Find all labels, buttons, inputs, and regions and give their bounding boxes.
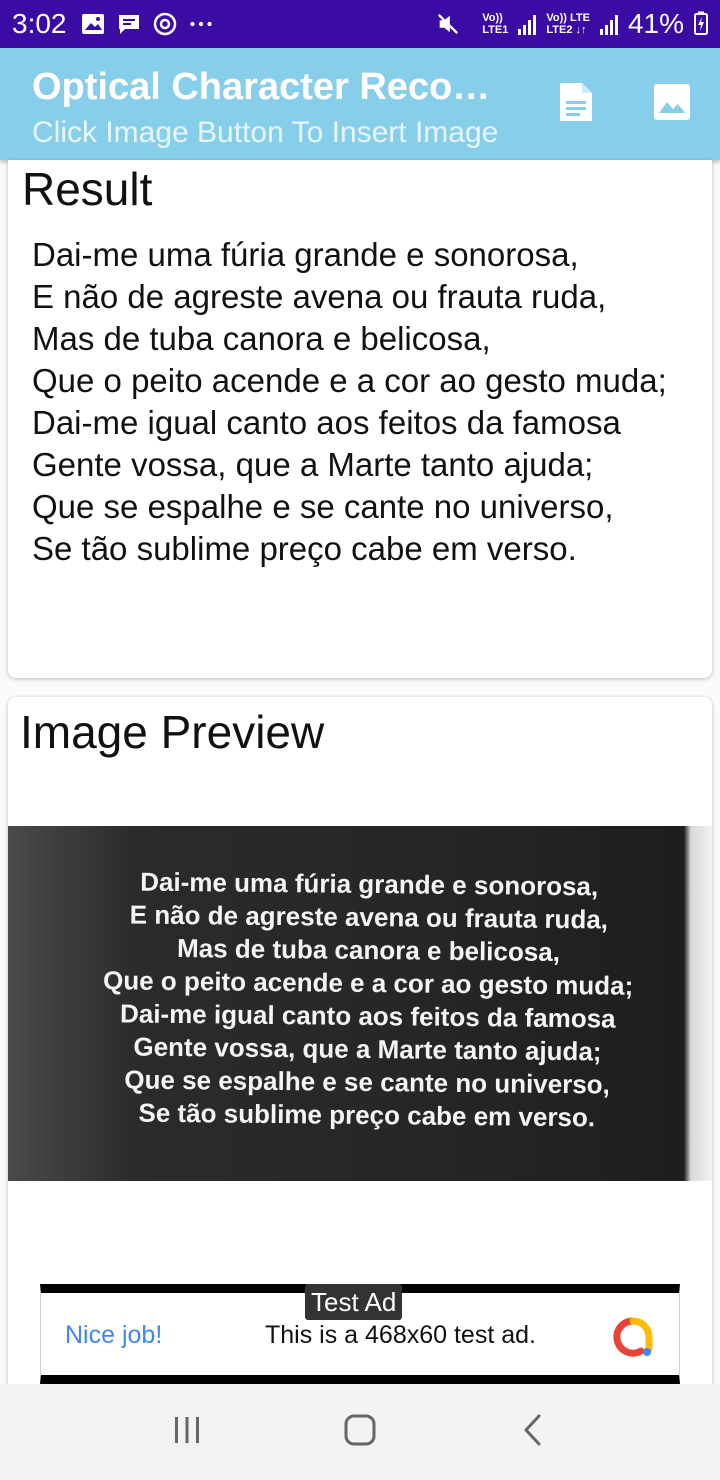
ad-body-text[interactable]: This is a 468x60 test ad. [265,1321,536,1350]
mute-icon [436,12,460,36]
system-navigation-bar [0,1384,720,1480]
sim1-lte-label: LTE1 [482,24,509,36]
image-preview-card: Image Preview Dai-me uma fúria grande e … [8,697,712,1397]
message-notification-icon [117,12,141,36]
result-heading: Result [22,163,153,215]
recent-apps-icon [171,1414,203,1451]
app-subtitle: Click Image Button To Insert Image [32,116,499,149]
sim1-volte-label: Vo)) [482,12,503,24]
back-button[interactable] [503,1402,563,1462]
app-title: Optical Character Recognition [32,66,502,108]
sim1-signal-icon [518,13,537,35]
status-bar: 3:02 Vo)) LTE1 Vo)) LTE LTE2 ↓↑ 41% [0,0,720,48]
sim2-volte-label: Vo)) LTE [546,12,590,24]
home-icon [343,1413,377,1452]
document-icon [558,81,594,128]
home-button[interactable] [330,1402,390,1462]
app-bar: Optical Character Recognition Click Imag… [0,48,720,160]
back-icon [521,1413,545,1452]
sync-notification-icon [153,12,177,36]
status-time: 3:02 [12,8,67,39]
recent-apps-button[interactable] [157,1402,217,1462]
battery-percent: 41% [627,8,684,39]
ad-logo-icon[interactable] [611,1315,655,1359]
gallery-notification-icon [81,12,105,36]
sim2-lte-label: LTE2 ↓↑ [546,24,587,36]
ad-headline[interactable]: Nice job! [65,1321,162,1350]
result-text[interactable]: Dai-me uma fúria grande e sonorosa, E nã… [32,234,702,570]
preview-image: Dai-me uma fúria grande e sonorosa, E nã… [8,826,712,1181]
image-icon [653,83,691,126]
result-card: Result Dai-me uma fúria grande e sonoros… [8,160,712,678]
ad-banner[interactable]: Test Ad Nice job! This is a 468x60 test … [40,1284,680,1384]
insert-image-button[interactable] [646,78,698,130]
document-button[interactable] [550,78,602,130]
sim1-indicator: Vo)) LTE1 [482,12,508,36]
image-preview-heading: Image Preview [20,706,325,758]
sim2-indicator: Vo)) LTE LTE2 ↓↑ [546,12,590,36]
preview-image-text: Dai-me uma fúria grande e sonorosa, E nã… [102,866,634,1133]
battery-charging-icon [694,11,708,38]
sim2-signal-icon [599,13,618,35]
test-ad-badge: Test Ad [305,1284,403,1320]
more-notifications-icon [189,12,213,36]
